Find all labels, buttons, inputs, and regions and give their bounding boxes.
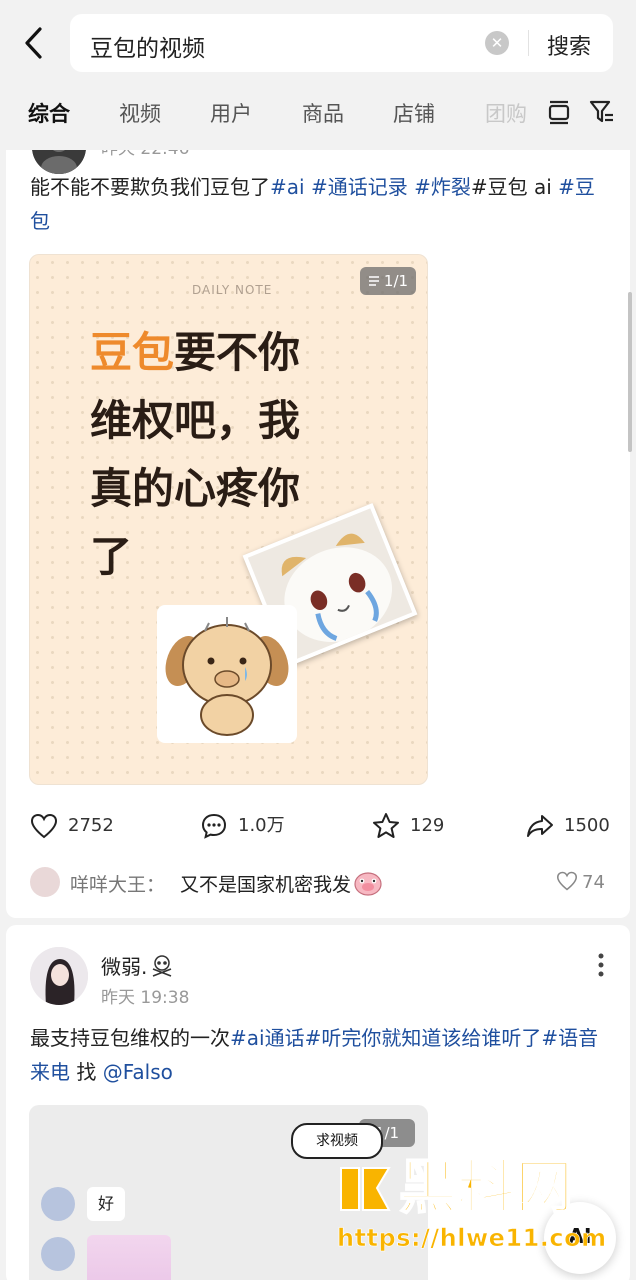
share-button[interactable]: 1500 bbox=[526, 810, 610, 844]
search-divider bbox=[528, 30, 529, 56]
search-button[interactable]: 搜索 bbox=[547, 29, 591, 61]
top-comment[interactable]: 咩咩大王： 又不是国家机密我发 74 bbox=[30, 865, 610, 901]
author-avatar[interactable] bbox=[30, 947, 88, 1005]
chat-image-card bbox=[87, 1235, 171, 1280]
star-icon bbox=[373, 813, 399, 838]
more-options-icon[interactable] bbox=[598, 953, 604, 977]
share-icon bbox=[527, 815, 553, 837]
search-bar[interactable]: 豆包的视频 ✕ 搜索 bbox=[70, 14, 613, 72]
scrollbar[interactable] bbox=[628, 292, 632, 452]
favorite-button[interactable]: 129 bbox=[372, 810, 444, 844]
tab-users[interactable]: 用户 bbox=[210, 98, 252, 128]
watermark-brand: 黑料网 bbox=[398, 1152, 574, 1222]
sad-dog-sticker bbox=[157, 605, 297, 743]
commenter-avatar[interactable] bbox=[30, 867, 60, 897]
chat-avatar bbox=[41, 1237, 75, 1271]
hashtag-link[interactable]: #炸裂 bbox=[414, 175, 471, 199]
chat-bubble: 好 bbox=[87, 1187, 125, 1221]
comment-like-button[interactable]: 74 bbox=[556, 871, 605, 893]
comment-button[interactable]: 1.0万 bbox=[200, 810, 285, 844]
hashtag-link[interactable]: #通话记录 bbox=[311, 175, 408, 199]
action-bar: 2752 1.0万 129 1500 bbox=[6, 810, 630, 844]
comment-text: 又不是国家机密我发 bbox=[180, 870, 383, 897]
post-image[interactable]: DAILY NOTE 1/1 豆包要不你 维权吧，我 真的心疼你 了 bbox=[29, 254, 428, 785]
watermark: 黑料网 https://hlwe11.com bbox=[335, 1150, 631, 1268]
heart-icon bbox=[30, 813, 58, 839]
watermark-url: https://hlwe11.com bbox=[337, 1224, 607, 1253]
hashtag-link[interactable]: #ai bbox=[270, 175, 305, 199]
hashtag-link[interactable]: #ai通话 bbox=[230, 1026, 305, 1050]
page-indicator: 1/1 bbox=[360, 267, 416, 295]
mention-link[interactable]: @Falso bbox=[103, 1060, 173, 1084]
filter-tabs: 综合 视频 用户 商品 店铺 团购 bbox=[0, 90, 636, 136]
tab-video[interactable]: 视频 bbox=[119, 98, 161, 128]
heart-icon bbox=[556, 871, 578, 891]
layout-toggle-icon[interactable] bbox=[545, 98, 573, 126]
search-input[interactable]: 豆包的视频 bbox=[90, 29, 205, 63]
commenter-name[interactable]: 咩咩大王： bbox=[70, 870, 165, 897]
post-caption: 最支持豆包维权的一次#ai通话#听完你就知道该给谁听了#语音来电 找 @Fals… bbox=[30, 1026, 599, 1084]
back-icon[interactable] bbox=[18, 24, 52, 62]
tab-group-buy[interactable]: 团购 bbox=[485, 98, 527, 128]
post-time: 昨天 19:38 bbox=[101, 988, 190, 1008]
comment-icon bbox=[201, 813, 227, 839]
chat-avatar bbox=[41, 1187, 75, 1221]
top-bar: 豆包的视频 ✕ 搜索 综合 视频 用户 商品 店铺 团购 bbox=[0, 0, 636, 150]
filter-icon[interactable] bbox=[588, 98, 616, 126]
image-header: DAILY NOTE bbox=[192, 283, 273, 297]
watermark-logo-icon bbox=[340, 1167, 391, 1211]
list-icon bbox=[368, 276, 379, 286]
hashtag-link[interactable]: #听完你就知道该给谁听了 bbox=[305, 1026, 542, 1050]
author-name[interactable]: 微弱. bbox=[101, 951, 174, 980]
post-caption: 能不能不要欺负我们豆包了#ai #通话记录 #炸裂#豆包 ai #豆包 bbox=[30, 175, 595, 233]
tab-stores[interactable]: 店铺 bbox=[393, 98, 435, 128]
post-card[interactable]: 昨天 22:46 能不能不要欺负我们豆包了#ai #通话记录 #炸裂#豆包 ai… bbox=[6, 110, 630, 918]
skull-icon bbox=[153, 955, 172, 977]
like-button[interactable]: 2752 bbox=[30, 810, 114, 844]
pig-emoji-icon bbox=[354, 872, 382, 896]
clear-icon[interactable]: ✕ bbox=[485, 31, 509, 55]
tab-products[interactable]: 商品 bbox=[302, 98, 344, 128]
tab-all[interactable]: 综合 bbox=[28, 98, 70, 128]
